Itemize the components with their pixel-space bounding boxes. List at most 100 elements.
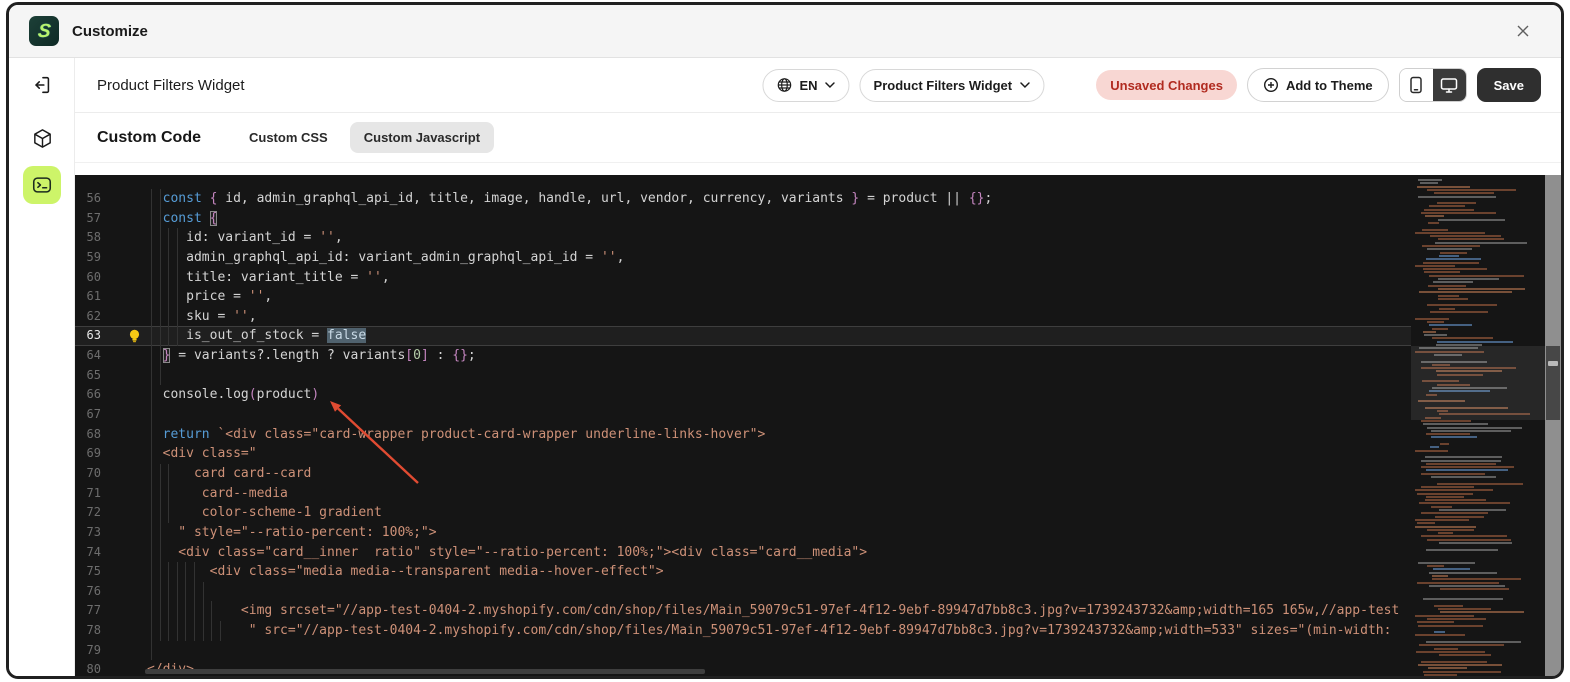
- indent-guide: [159, 483, 161, 504]
- line-number: 60: [86, 269, 101, 284]
- code-line[interactable]: 71 card--media: [75, 483, 1561, 504]
- toolbar: Product Filters Widget EN Product Filter…: [75, 58, 1561, 113]
- window-title: Customize: [72, 22, 148, 40]
- tab-custom-css[interactable]: Custom CSS: [235, 122, 342, 153]
- glyph-margin: [101, 228, 147, 248]
- glyph-margin: [101, 268, 147, 288]
- code-editor[interactable]: 56 const { id, admin_graphql_api_id, tit…: [75, 175, 1561, 676]
- indent-guide: [159, 287, 161, 307]
- indent-guide: [159, 326, 161, 347]
- line-number: 63: [86, 328, 101, 343]
- code-line[interactable]: 64 } = variants?.length ? variants[0] : …: [75, 346, 1561, 366]
- save-button[interactable]: Save: [1476, 68, 1541, 102]
- code-line[interactable]: 74 <div class="card__inner ratio" style=…: [75, 542, 1561, 563]
- sidebar-item-components[interactable]: [9, 127, 75, 150]
- indent-guide: [151, 346, 152, 366]
- line-number: 62: [86, 308, 101, 323]
- tab-custom-javascript[interactable]: Custom Javascript: [349, 122, 495, 153]
- glyph-margin: [101, 326, 147, 346]
- indent-guide: [151, 306, 152, 327]
- glyph-margin: [101, 543, 147, 563]
- indent-guide: [151, 326, 152, 347]
- indent-guide: [151, 542, 152, 563]
- desktop-icon: [1440, 77, 1458, 93]
- code-line[interactable]: 61 price = '',: [75, 287, 1561, 307]
- code-line[interactable]: 78 " src="//app-test-0404-2.myshopify.co…: [75, 621, 1561, 641]
- code-line[interactable]: 68 return `<div class="card-wrapper prod…: [75, 424, 1561, 445]
- line-number: 78: [86, 623, 101, 638]
- desktop-preview-button[interactable]: [1432, 69, 1466, 101]
- indent-guide: [151, 228, 152, 248]
- code-line[interactable]: 65: [75, 365, 1561, 386]
- code-line[interactable]: 69 <div class=": [75, 444, 1561, 464]
- indent-guide: [151, 522, 152, 543]
- code-line[interactable]: 73 " style="--ratio-percent: 100%;">: [75, 522, 1561, 543]
- indent-guide: [151, 444, 152, 464]
- code-line[interactable]: 57 const {: [75, 208, 1561, 229]
- line-content: <div class="card__inner ratio" style="--…: [147, 542, 1561, 563]
- line-number: 73: [86, 524, 101, 539]
- glyph-margin: [101, 503, 147, 523]
- glyph-margin: [101, 385, 147, 405]
- horizontal-scrollbar-thumb[interactable]: [145, 669, 705, 674]
- close-icon[interactable]: [1509, 17, 1537, 45]
- indent-guide: [159, 208, 161, 229]
- indent-guide: [159, 306, 161, 327]
- chevron-down-icon: [1019, 82, 1030, 89]
- indent-guide: [151, 483, 152, 504]
- sidebar-item-custom-code[interactable]: [9, 166, 75, 204]
- code-line[interactable]: 63 is_out_of_stock = false: [75, 326, 1561, 347]
- code-line[interactable]: 77 <img srcset="//app-test-0404-2.myshop…: [75, 601, 1561, 622]
- line-content: const { id, admin_graphql_api_id, title,…: [147, 189, 1561, 209]
- glyph-margin: [101, 307, 147, 327]
- indent-guide: [176, 581, 178, 602]
- code-line[interactable]: 66 console.log(product): [75, 385, 1561, 406]
- line-number: 66: [86, 387, 101, 402]
- minimap[interactable]: [1411, 175, 1545, 676]
- toolbar-right-group: Unsaved Changes Add to Theme Save: [1096, 68, 1541, 102]
- indent-guide: [211, 621, 213, 641]
- minimap-viewport[interactable]: [1411, 346, 1545, 420]
- glyph-margin: [101, 248, 147, 268]
- window-titlebar: S Customize: [9, 5, 1561, 58]
- code-line[interactable]: 72 color-scheme-1 gradient: [75, 503, 1561, 523]
- glyph-margin: [101, 346, 147, 366]
- indent-guide: [168, 326, 170, 347]
- vertical-scrollbar[interactable]: [1545, 175, 1561, 676]
- indent-guide: [194, 601, 195, 622]
- glyph-margin: [101, 601, 147, 621]
- add-to-theme-button[interactable]: Add to Theme: [1246, 68, 1389, 102]
- indent-guide: [176, 287, 178, 307]
- line-content: [147, 365, 1561, 386]
- terminal-icon: [32, 177, 52, 193]
- code-line[interactable]: 67: [75, 405, 1561, 425]
- lightbulb-icon[interactable]: [128, 329, 141, 343]
- code-line[interactable]: 58 id: variant_id = '',: [75, 228, 1561, 248]
- code-line[interactable]: 56 const { id, admin_graphql_api_id, tit…: [75, 189, 1561, 209]
- indent-guide: [151, 424, 152, 445]
- code-line[interactable]: 79: [75, 640, 1561, 661]
- language-dropdown[interactable]: EN: [762, 68, 850, 102]
- code-line[interactable]: 70 card card--card: [75, 463, 1561, 484]
- widget-selector-dropdown[interactable]: Product Filters Widget: [859, 68, 1045, 102]
- code-line[interactable]: 76: [75, 581, 1561, 602]
- line-content: <img srcset="//app-test-0404-2.myshopify…: [147, 601, 1561, 622]
- code-line[interactable]: 59 admin_graphql_api_id: variant_admin_g…: [75, 247, 1561, 268]
- vertical-scrollbar-thumb[interactable]: [1546, 346, 1560, 420]
- sidebar-item-exit[interactable]: [9, 74, 75, 96]
- indent-guide: [159, 562, 161, 582]
- code-line[interactable]: 75 <div class="media media--transparent …: [75, 562, 1561, 582]
- line-number: 65: [86, 367, 101, 382]
- indent-guide: [151, 189, 152, 209]
- indent-guide: [159, 581, 161, 602]
- indent-guide: [151, 601, 152, 622]
- scrollbar-grip[interactable]: [1548, 361, 1558, 366]
- line-number: 77: [86, 603, 101, 618]
- line-content: price = '',: [147, 287, 1561, 307]
- line-number: 61: [86, 289, 101, 304]
- mobile-preview-button[interactable]: [1399, 69, 1433, 101]
- code-line[interactable]: 60 title: variant_title = '',: [75, 267, 1561, 288]
- code-line[interactable]: 62 sku = '',: [75, 306, 1561, 327]
- indent-guide: [194, 581, 195, 602]
- indent-guide: [176, 306, 178, 327]
